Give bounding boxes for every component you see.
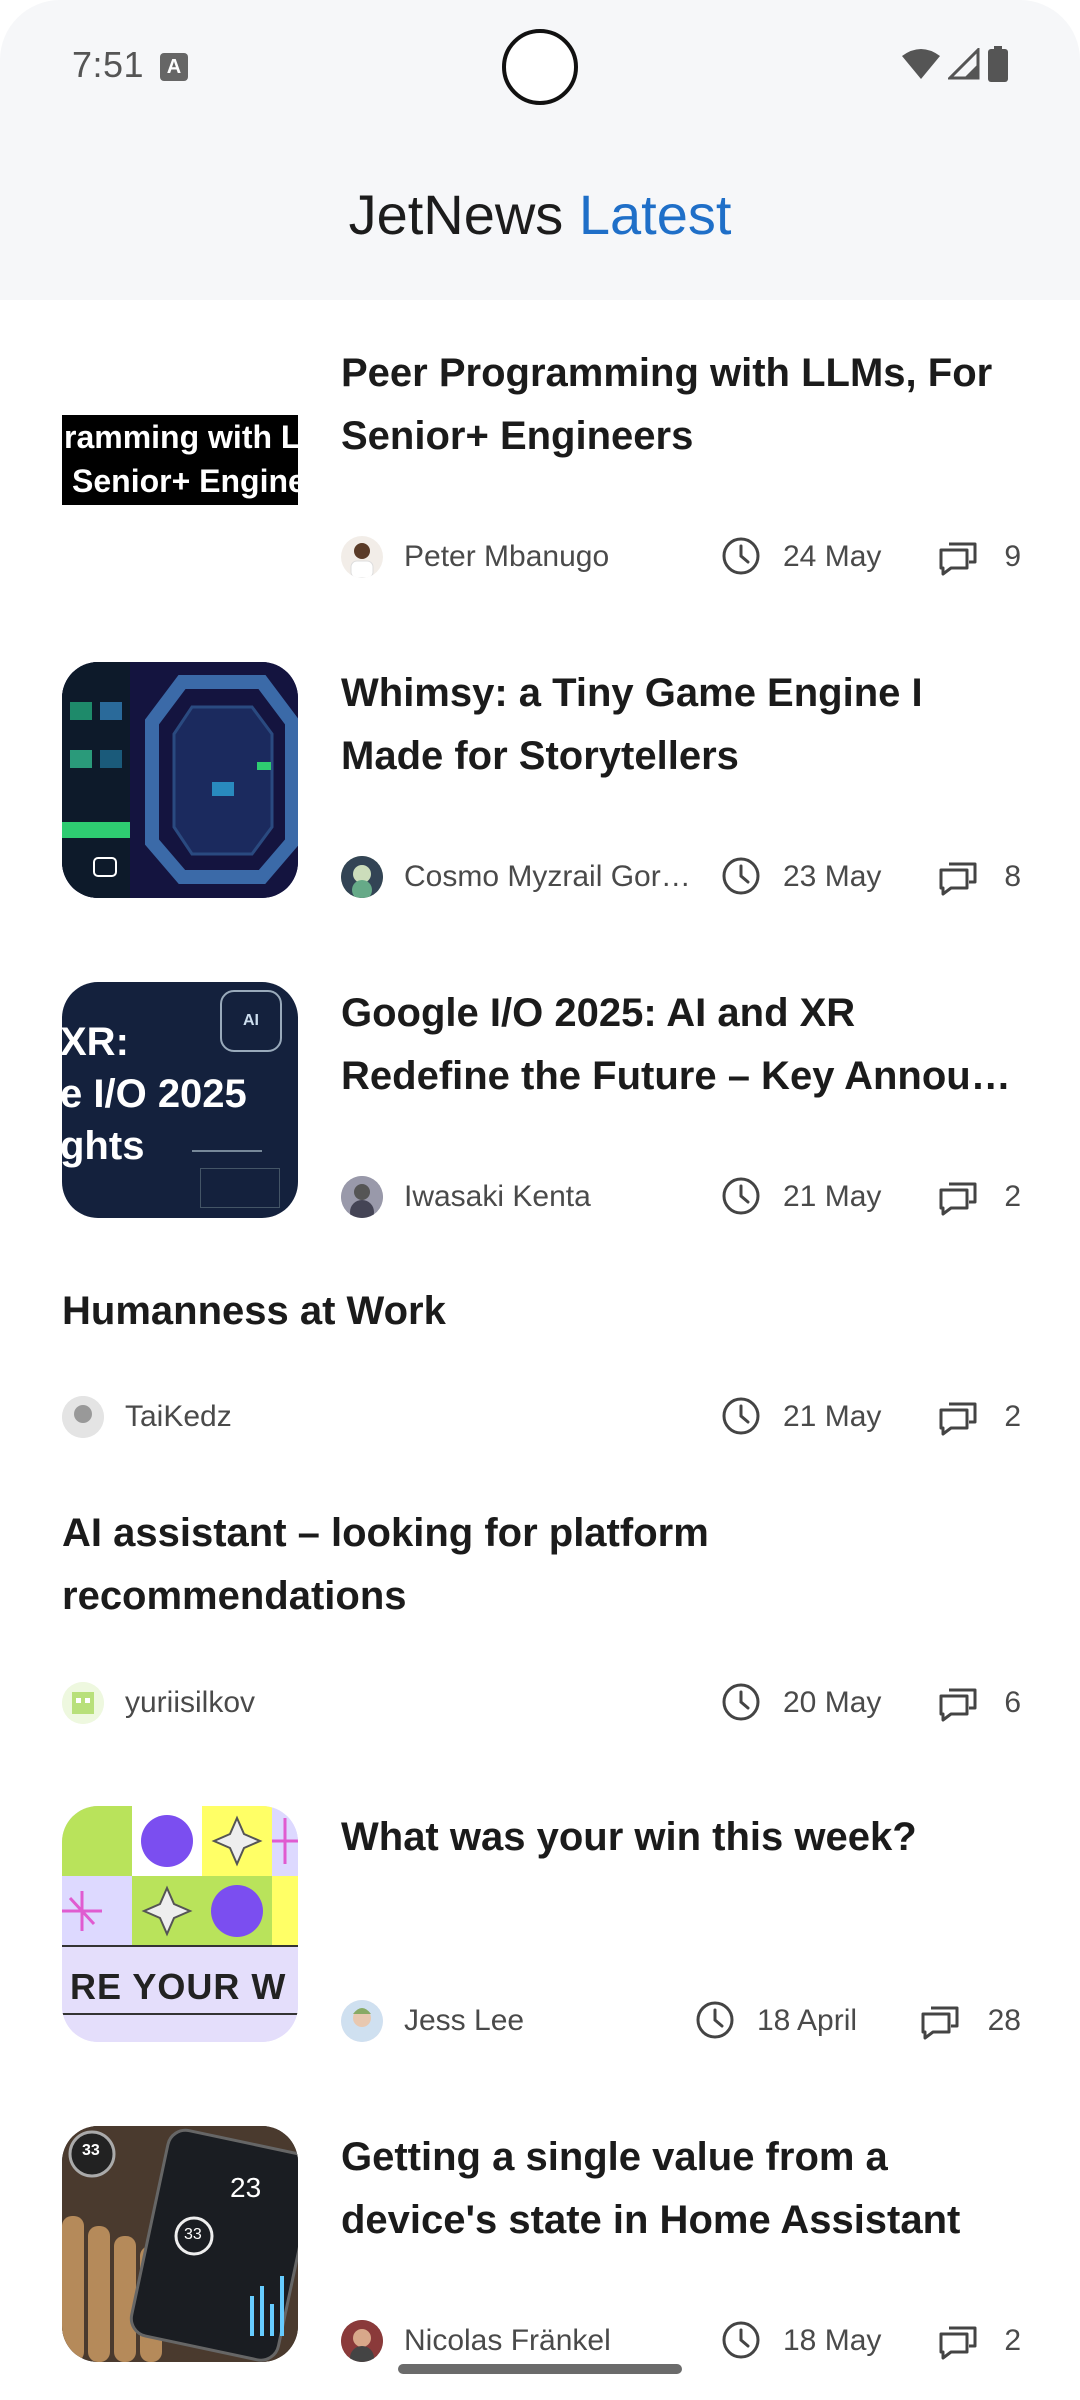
author-name: Jess Lee	[404, 2004, 525, 2037]
thumbnail-text: ghts	[62, 1124, 145, 1168]
article-date: 20 May	[783, 1686, 882, 1719]
top-app-bar: 7:51 A JetNews Latest	[0, 0, 1080, 300]
article-item[interactable]: Humanness at Work TaiKedz 21 May 2	[0, 1260, 1080, 1482]
app-title-section: Latest	[578, 183, 732, 246]
author-avatar	[341, 2000, 383, 2042]
article-item[interactable]: AI assistant – looking for platform reco…	[0, 1482, 1080, 1766]
battery-icon	[988, 46, 1008, 82]
article-thumbnail: 33 23 33	[62, 2126, 298, 2362]
keyboard-a-icon: A	[160, 53, 188, 81]
article-item[interactable]: RE YOUR W What was your win this week? J…	[0, 1766, 1080, 2086]
comment-count: 8	[1004, 860, 1021, 893]
article-date: 18 April	[757, 2004, 858, 2037]
article-date: 18 May	[783, 2324, 882, 2357]
article-item[interactable]: 33 23 33 Getting a single value from a d…	[0, 2086, 1080, 2400]
article-title: What was your win this week?	[341, 1815, 917, 1859]
thumbnail-text: ramming with L	[64, 419, 298, 455]
author-name: yuriisilkov	[125, 1686, 256, 1719]
article-title: Humanness at Work	[62, 1289, 446, 1333]
comments-icon	[939, 862, 977, 896]
author-name: TaiKedz	[125, 1400, 232, 1433]
article-title: Google I/O 2025: AI and XR Redefine the …	[341, 991, 1011, 1098]
article-title: Peer Programming with LLMs, For Senior+ …	[341, 351, 993, 458]
author-avatar	[62, 1396, 104, 1438]
author-name: Cosmo Myzrail Gory…	[404, 860, 704, 893]
comment-count: 6	[1004, 1686, 1021, 1719]
article-meta: yuriisilkov 20 May 6	[62, 1682, 1021, 1726]
clock-icon	[722, 1397, 760, 1435]
article-date: 21 May	[783, 1180, 882, 1213]
thumbnail-text: Senior+ Engine	[72, 463, 298, 499]
article-meta: Jess Lee 18 April 28	[341, 2000, 1021, 2044]
comment-count: 9	[1004, 540, 1021, 573]
article-title: Getting a single value from a device's s…	[341, 2135, 961, 2242]
gesture-navigation-bar[interactable]	[398, 2364, 682, 2374]
clock-icon	[696, 2001, 734, 2039]
comments-icon	[939, 542, 977, 576]
article-item[interactable]: ramming with L Senior+ Engine Peer Progr…	[0, 300, 1080, 620]
thumbnail-text: 33	[82, 2142, 100, 2159]
article-meta: Nicolas Fränkel 18 May 2	[341, 2320, 1021, 2364]
article-meta: Iwasaki Kenta 21 May 2	[341, 1176, 1021, 1220]
article-thumbnail	[62, 662, 298, 898]
ai-brain-icon: AI	[220, 990, 282, 1052]
article-date: 23 May	[783, 860, 882, 893]
clock-icon	[722, 1683, 760, 1721]
article-item[interactable]: Whimsy: a Tiny Game Engine I Made for St…	[0, 620, 1080, 940]
comment-count: 2	[1004, 1180, 1021, 1213]
clock-icon	[722, 857, 760, 895]
article-meta: Cosmo Myzrail Gory… 23 May 8	[341, 856, 1021, 900]
signal-icon	[948, 48, 980, 80]
author-avatar	[341, 1176, 383, 1218]
author-name: Peter Mbanugo	[404, 540, 610, 573]
app-title-brand: JetNews	[348, 183, 564, 246]
wifi-icon	[902, 49, 940, 79]
comments-icon	[939, 2326, 977, 2360]
article-date: 21 May	[783, 1400, 882, 1433]
author-avatar	[341, 536, 383, 578]
status-icons	[902, 46, 1008, 82]
comments-icon	[939, 1182, 977, 1216]
article-meta: TaiKedz 21 May 2	[62, 1396, 1021, 1440]
game-engine-image	[62, 662, 298, 898]
camera-cutout	[502, 29, 578, 105]
author-name: Nicolas Fränkel	[404, 2324, 611, 2357]
article-item[interactable]: XR: e I/O 2025 ghts AI Google I/O 2025: …	[0, 940, 1080, 1260]
comment-count: 2	[1004, 2324, 1021, 2357]
author-avatar	[341, 856, 383, 898]
article-meta: Peter Mbanugo 24 May 9	[341, 536, 1021, 580]
author-avatar	[341, 2320, 383, 2362]
status-time: 7:51	[72, 44, 145, 85]
thumbnail-text: 23	[230, 2172, 262, 2203]
comment-count: 28	[987, 2004, 1021, 2037]
article-title: AI assistant – looking for platform reco…	[62, 1511, 709, 1618]
comment-count: 2	[1004, 1400, 1021, 1433]
comments-icon	[939, 1402, 977, 1436]
article-thumbnail: ramming with L Senior+ Engine	[62, 415, 298, 505]
thumbnail-text: 33	[184, 2226, 202, 2243]
home-assistant-image	[62, 2126, 298, 2362]
comments-icon	[939, 1688, 977, 1722]
article-thumbnail: XR: e I/O 2025 ghts AI	[62, 982, 298, 1218]
app-title: JetNews Latest	[0, 182, 1080, 247]
clock-icon	[722, 1177, 760, 1215]
clock-icon	[722, 537, 760, 575]
author-name: Iwasaki Kenta	[404, 1180, 591, 1213]
comments-icon	[921, 2006, 959, 2040]
clock-icon	[722, 2321, 760, 2359]
article-title: Whimsy: a Tiny Game Engine I Made for St…	[341, 671, 923, 778]
author-avatar	[62, 1682, 104, 1724]
article-date: 24 May	[783, 540, 882, 573]
article-thumbnail: RE YOUR W	[62, 1806, 298, 2042]
thumbnail-text: RE YOUR W	[70, 1966, 287, 2007]
thumbnail-text: e I/O 2025	[62, 1072, 247, 1116]
